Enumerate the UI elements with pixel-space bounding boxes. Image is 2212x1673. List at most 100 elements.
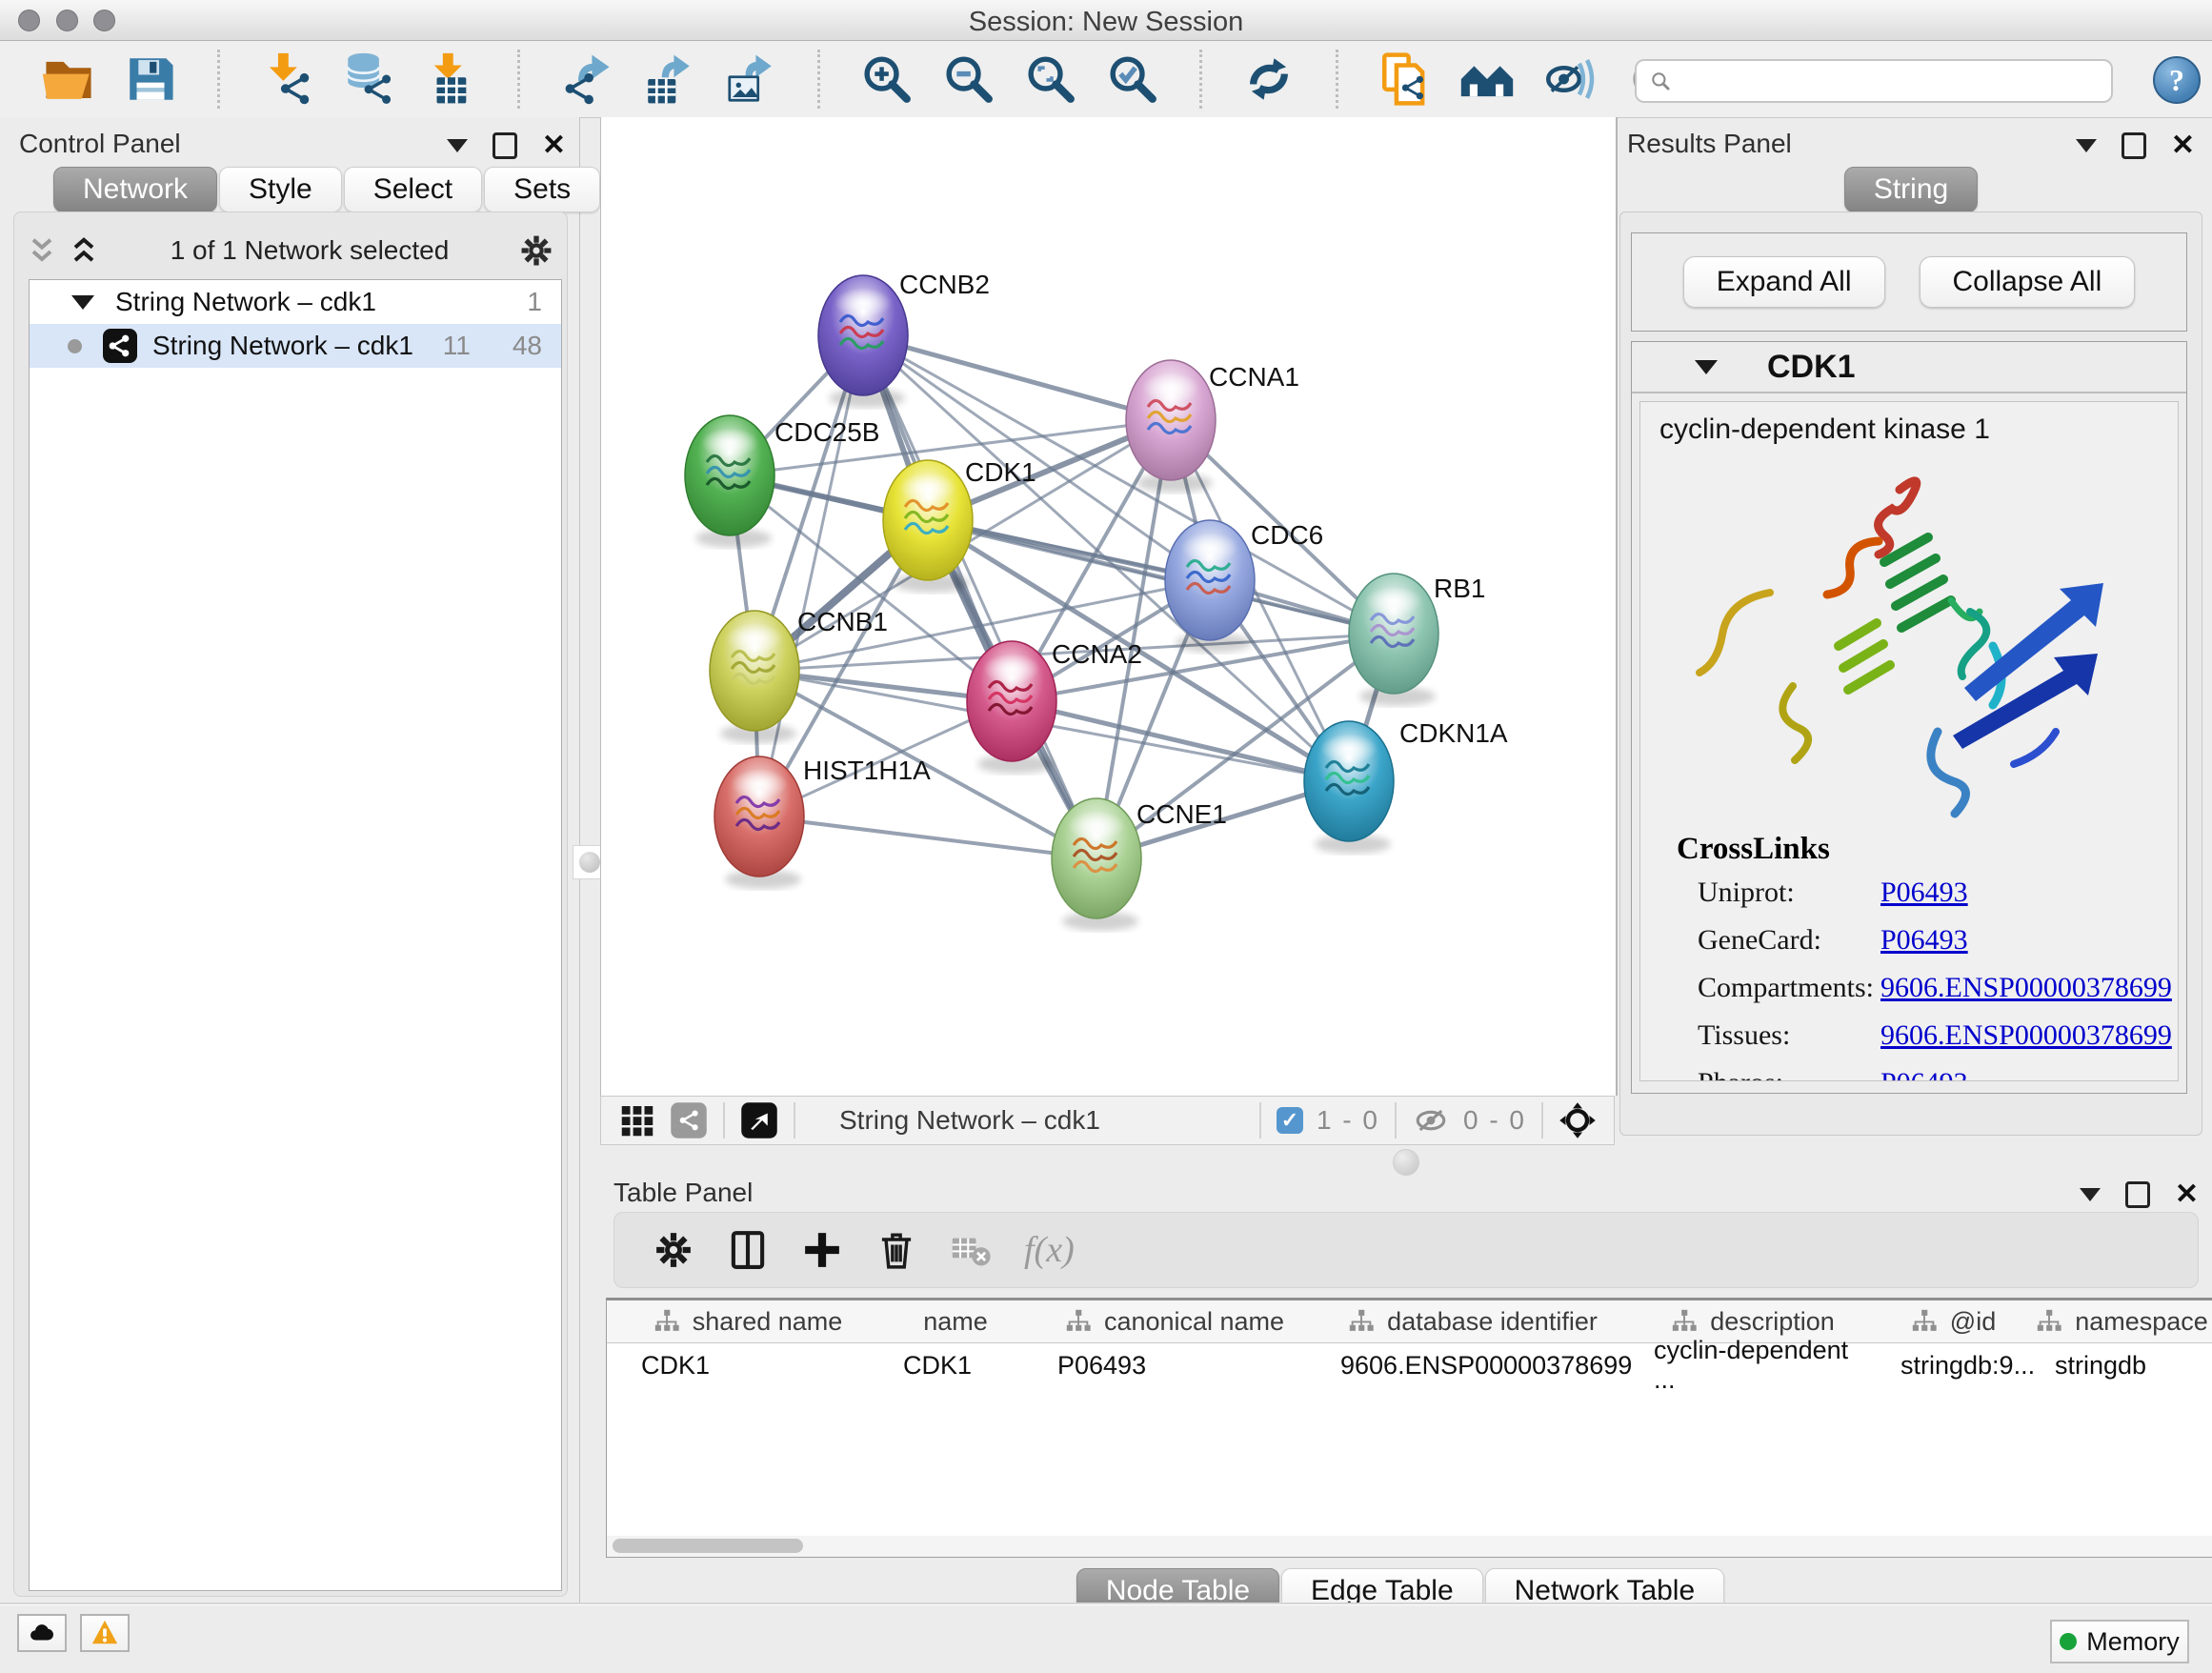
table-cell[interactable]: cyclin-dependent ... bbox=[1629, 1348, 1876, 1382]
clone-network-button[interactable] bbox=[1375, 49, 1436, 110]
tab-sets[interactable]: Sets bbox=[484, 167, 600, 212]
tab-network[interactable]: Network bbox=[53, 167, 217, 212]
node-CCNB2[interactable]: CCNB2 bbox=[818, 270, 990, 408]
scrollbar-thumb[interactable] bbox=[613, 1539, 803, 1553]
collection-expand-icon[interactable] bbox=[71, 295, 94, 310]
column-header-label: namespace bbox=[2075, 1307, 2208, 1337]
table-panel-close-icon[interactable]: ✕ bbox=[2175, 1184, 2199, 1205]
add-column-icon[interactable] bbox=[801, 1229, 843, 1271]
protein-card-expand-icon[interactable] bbox=[1695, 360, 1718, 374]
crosslink-link[interactable]: P06493 bbox=[1880, 877, 1968, 909]
node-CDC25B[interactable]: CDC25B bbox=[685, 415, 879, 548]
zoom-selected-button[interactable] bbox=[1102, 49, 1163, 110]
protein-card-header[interactable]: CDK1 bbox=[1632, 342, 2186, 393]
hidden-eye-icon[interactable] bbox=[1412, 1101, 1450, 1139]
memory-button[interactable]: Memory bbox=[2050, 1620, 2189, 1663]
table-cell[interactable]: stringdb:9... bbox=[1876, 1348, 2030, 1382]
column-header-name[interactable]: name bbox=[878, 1300, 1034, 1342]
column-header-label: @id bbox=[1950, 1307, 1996, 1337]
results-panel-float-icon[interactable] bbox=[2122, 132, 2146, 159]
network-row[interactable]: String Network – cdk1 11 48 bbox=[30, 324, 561, 368]
crosslink-link[interactable]: P06493 bbox=[1880, 924, 1968, 957]
crosslink-link[interactable]: 9606.ENSP00000378699 bbox=[1880, 972, 2172, 1004]
hide-selected-button[interactable] bbox=[1538, 49, 1599, 110]
table-cell[interactable]: 9606.ENSP00000378699 bbox=[1316, 1348, 1629, 1382]
column-header-canonical-name[interactable]: canonical name bbox=[1033, 1300, 1317, 1342]
network-collection-row[interactable]: String Network – cdk1 1 bbox=[30, 280, 561, 324]
node-CDKN1A[interactable]: CDKN1A bbox=[1304, 718, 1508, 854]
control-panel-collapse-icon[interactable] bbox=[447, 139, 468, 152]
column-header--id[interactable]: @id bbox=[1876, 1300, 2031, 1342]
cloud-status-button[interactable] bbox=[17, 1614, 67, 1652]
delete-column-icon[interactable] bbox=[875, 1229, 917, 1271]
table-panel-float-icon[interactable] bbox=[2125, 1181, 2150, 1208]
crosslink-link[interactable]: 9606.ENSP00000378699 bbox=[1880, 1019, 2172, 1052]
import-db-icon bbox=[341, 51, 396, 107]
save-session-button[interactable] bbox=[120, 49, 181, 110]
results-panel-close-icon[interactable]: ✕ bbox=[2171, 135, 2195, 156]
grid-view-icon[interactable] bbox=[618, 1101, 656, 1139]
export-table-button[interactable] bbox=[638, 49, 699, 110]
help-button[interactable]: ? bbox=[2153, 56, 2201, 104]
zoom-in-icon bbox=[859, 51, 915, 107]
table-panel-collapse-icon[interactable] bbox=[2080, 1188, 2101, 1201]
export-network-button[interactable] bbox=[556, 49, 617, 110]
node-CCNE1[interactable]: CCNE1 bbox=[1052, 798, 1227, 931]
string-actions-box: Expand All Collapse All bbox=[1631, 232, 2187, 332]
export-image-button[interactable] bbox=[720, 49, 781, 110]
update-network-button[interactable] bbox=[1238, 49, 1299, 110]
table-cell[interactable]: CDK1 bbox=[878, 1348, 1033, 1382]
tab-string[interactable]: String bbox=[1844, 167, 1978, 212]
import-network-from-database-button[interactable] bbox=[338, 49, 399, 110]
search-input[interactable] bbox=[1673, 65, 2111, 97]
tab-style[interactable]: Style bbox=[219, 167, 342, 212]
birds-eye-view-icon[interactable] bbox=[740, 1101, 778, 1139]
network-options-gear-icon[interactable] bbox=[518, 232, 554, 269]
column-header-namespace[interactable]: namespace bbox=[2030, 1300, 2212, 1342]
network-edge[interactable] bbox=[759, 335, 863, 816]
network-canvas[interactable]: CCNB2CCNA1CDC25BCDK1CDC6RB1CCNB1CCNA2CDK… bbox=[600, 117, 1618, 1096]
show-columns-icon[interactable] bbox=[727, 1229, 769, 1271]
network-edge[interactable] bbox=[1012, 701, 1349, 781]
protein-card-body: cyclin-dependent kinase 1 bbox=[1639, 401, 2179, 1081]
column-header-database-identifier[interactable]: database identifier bbox=[1316, 1300, 1630, 1342]
table-cell[interactable]: stringdb bbox=[2030, 1348, 2212, 1382]
column-header-label: database identifier bbox=[1387, 1307, 1598, 1337]
network-edge[interactable] bbox=[928, 520, 1394, 634]
table-horizontal-scrollbar[interactable] bbox=[606, 1536, 2212, 1558]
node-CCNB1[interactable]: CCNB1 bbox=[710, 607, 888, 743]
warnings-button[interactable] bbox=[80, 1614, 130, 1652]
zoom-in-button[interactable] bbox=[856, 49, 917, 110]
selected-checkbox-icon[interactable]: ✓ bbox=[1277, 1107, 1303, 1134]
first-neighbors-button[interactable] bbox=[1457, 49, 1518, 110]
import-network-from-file-button[interactable] bbox=[256, 49, 317, 110]
network-overview-icon[interactable] bbox=[670, 1101, 708, 1139]
expand-all-button[interactable]: Expand All bbox=[1683, 256, 1885, 308]
control-panel-float-icon[interactable] bbox=[493, 132, 517, 159]
network-edge[interactable] bbox=[759, 816, 1096, 858]
node-CCNA1[interactable]: CCNA1 bbox=[1126, 360, 1299, 493]
control-panel-close-icon[interactable]: ✕ bbox=[542, 135, 566, 156]
collapse-all-button[interactable]: Collapse All bbox=[1920, 256, 2136, 308]
table-cell[interactable]: CDK1 bbox=[616, 1348, 878, 1382]
column-header-shared-name[interactable]: shared name bbox=[616, 1300, 879, 1342]
table-cell[interactable]: P06493 bbox=[1033, 1348, 1316, 1382]
crosshair-icon[interactable] bbox=[1558, 1101, 1597, 1139]
network-tree: String Network – cdk1 1 String Network –… bbox=[29, 279, 562, 1591]
results-panel-collapse-icon[interactable] bbox=[2076, 139, 2097, 152]
fit-content-button[interactable] bbox=[1020, 49, 1081, 110]
expand-all-icon[interactable] bbox=[67, 233, 101, 268]
collapse-all-icon[interactable] bbox=[25, 233, 59, 268]
crosslink-link[interactable]: P06493 bbox=[1880, 1067, 1968, 1081]
column-header-label: shared name bbox=[693, 1307, 843, 1337]
tab-select[interactable]: Select bbox=[344, 167, 482, 212]
table-settings-gear-icon[interactable] bbox=[653, 1229, 694, 1271]
node-HIST1H1A[interactable]: HIST1H1A bbox=[714, 756, 931, 889]
import-net-icon bbox=[259, 51, 314, 107]
open-session-button[interactable] bbox=[38, 49, 99, 110]
node-RB1[interactable]: RB1 bbox=[1349, 574, 1485, 706]
zoom-out-button[interactable] bbox=[938, 49, 999, 110]
column-header-label: description bbox=[1710, 1307, 1835, 1337]
import-table-from-file-button[interactable] bbox=[420, 49, 481, 110]
current-network-title: String Network – cdk1 bbox=[839, 1105, 1100, 1136]
